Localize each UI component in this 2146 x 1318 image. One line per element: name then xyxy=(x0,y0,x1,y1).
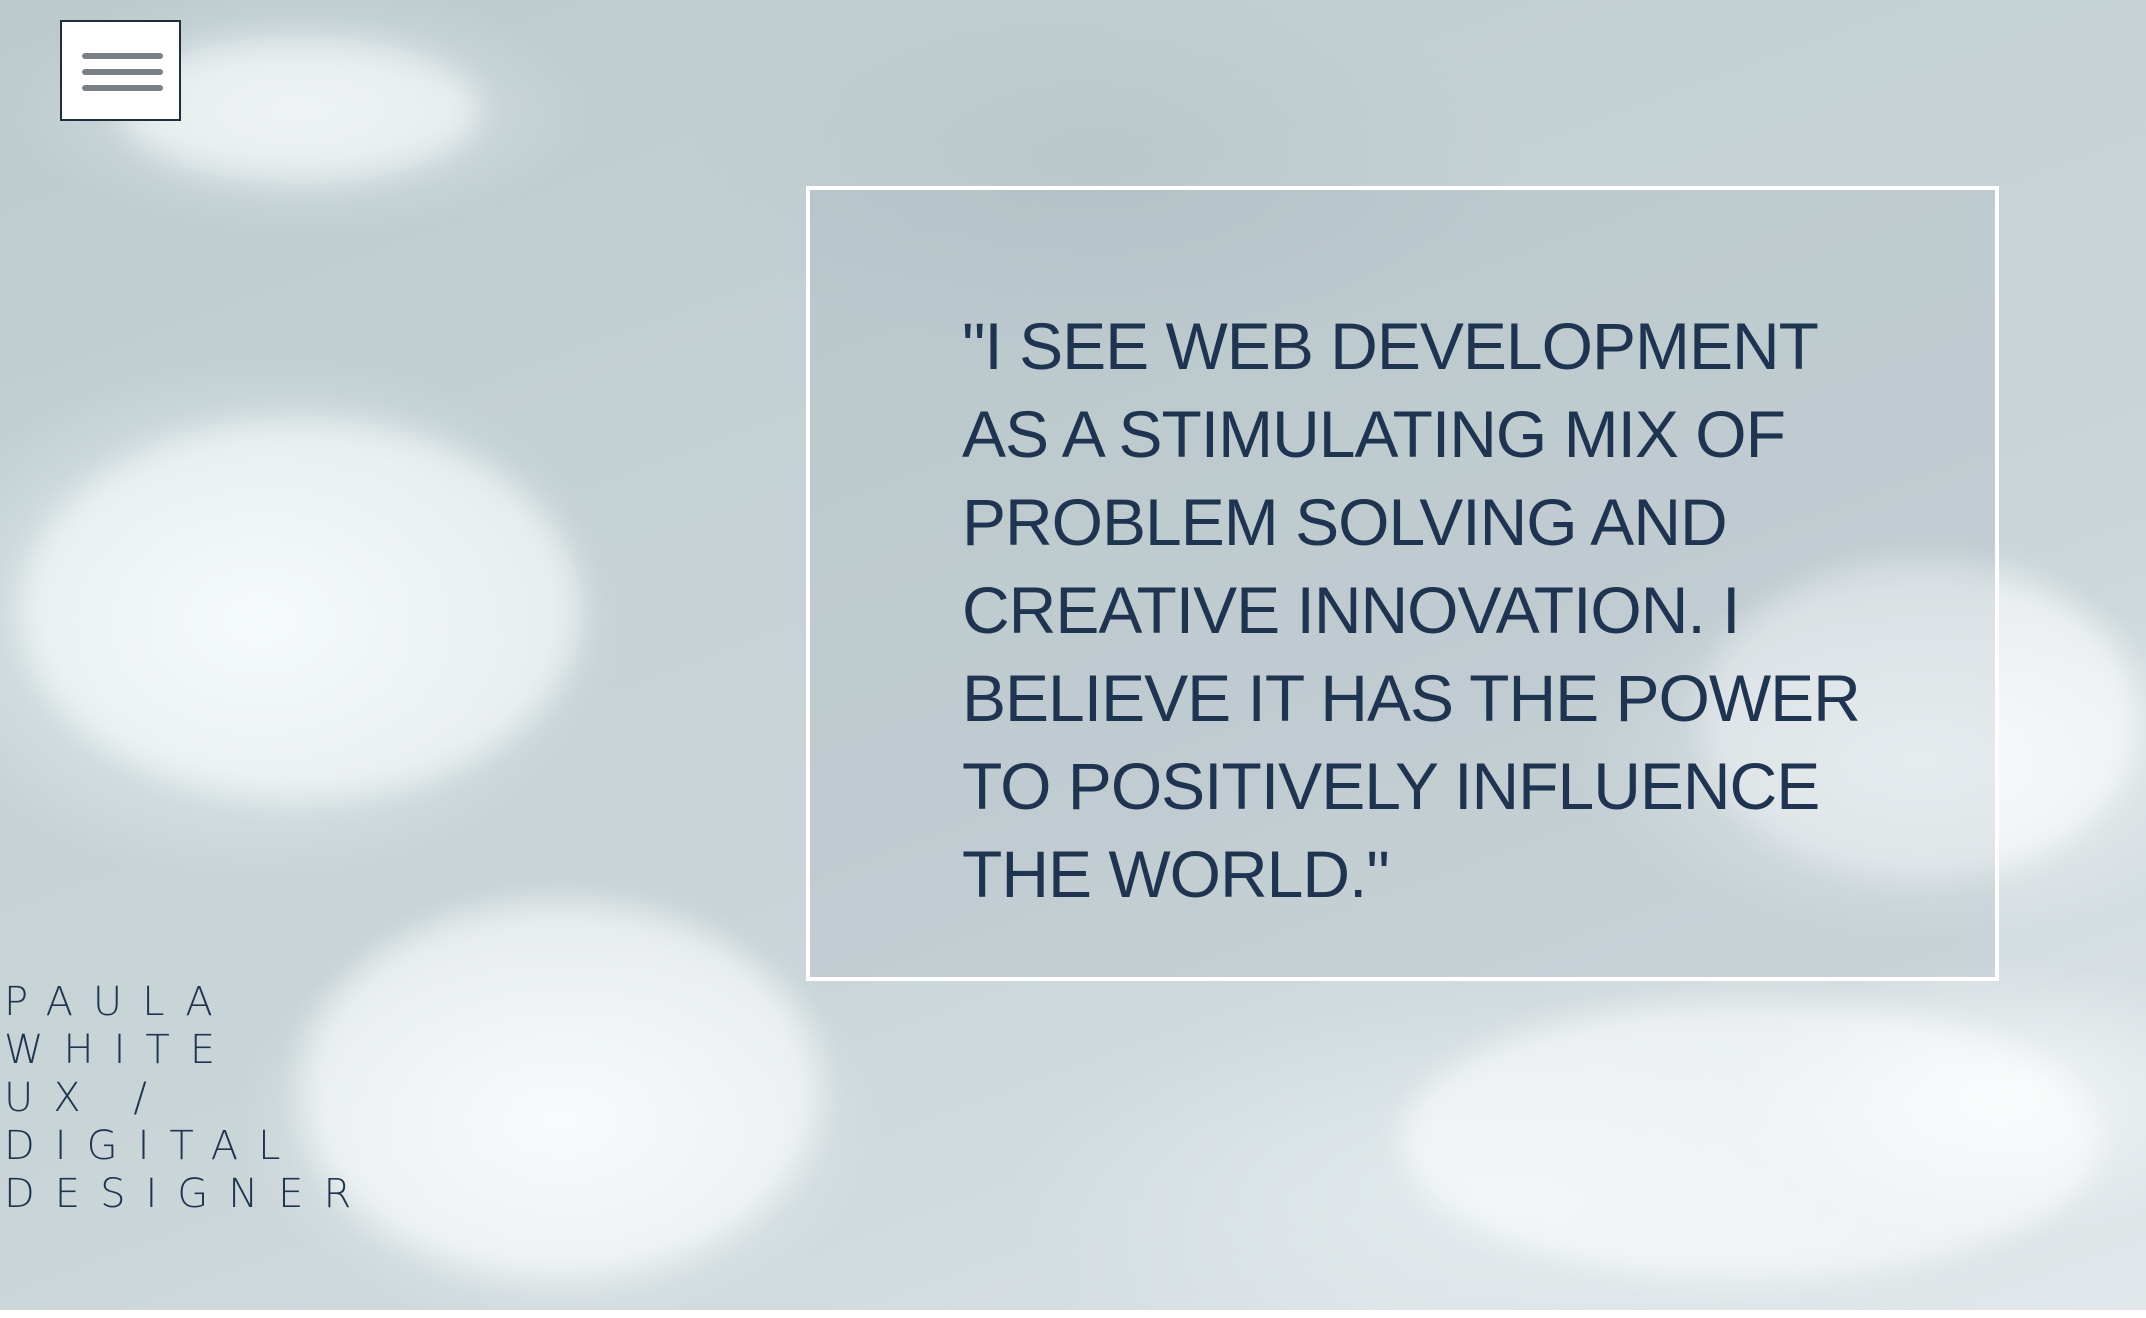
page-bottom-edge xyxy=(0,1310,2146,1318)
profile-first-name: PAULA xyxy=(4,979,233,1025)
profile-role-line-3: DESIGNER xyxy=(4,1171,372,1217)
profile-role-line-2: DIGITAL xyxy=(4,1123,301,1169)
profile-last-name: WHITE xyxy=(4,1027,236,1073)
quote-text: "I SEE WEB DEVELOPMENT AS A STIMULATING … xyxy=(962,309,1861,911)
background-foam xyxy=(20,420,580,800)
profile-name-title: PAULA WHITE UX / DIGITAL DESIGNER xyxy=(4,978,371,1218)
hero-background: "I SEE WEB DEVELOPMENT AS A STIMULATING … xyxy=(0,0,2146,1318)
quote-frame: "I SEE WEB DEVELOPMENT AS A STIMULATING … xyxy=(806,186,1999,981)
background-foam xyxy=(300,900,820,1280)
profile-role-line-1: UX / xyxy=(4,1075,167,1121)
menu-button[interactable] xyxy=(60,20,181,121)
background-foam xyxy=(1400,1000,2100,1280)
